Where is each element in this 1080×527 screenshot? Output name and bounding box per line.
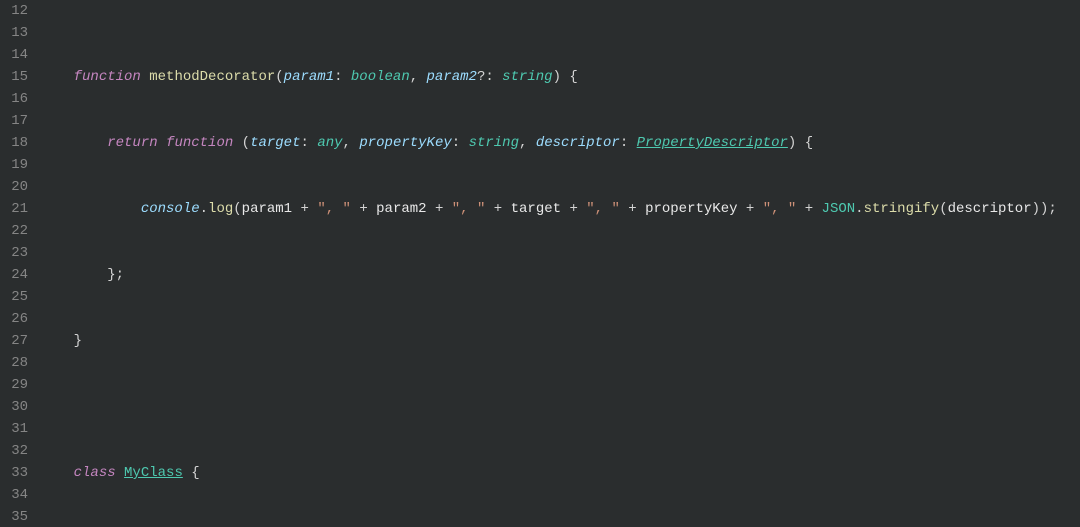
line-number: 29 (0, 374, 28, 396)
code-line[interactable]: function methodDecorator(param1: boolean… (40, 66, 1057, 88)
code-line[interactable]: class MyClass { (40, 462, 1057, 484)
line-number: 19 (0, 154, 28, 176)
line-number: 20 (0, 176, 28, 198)
gutter-line-numbers: 1213141516171819202122232425262728293031… (0, 0, 36, 527)
line-number: 31 (0, 418, 28, 440)
line-number: 32 (0, 440, 28, 462)
line-number: 28 (0, 352, 28, 374)
line-number: 34 (0, 484, 28, 506)
line-number: 14 (0, 44, 28, 66)
line-number: 26 (0, 308, 28, 330)
line-number: 33 (0, 462, 28, 484)
line-number: 17 (0, 110, 28, 132)
line-number: 22 (0, 220, 28, 242)
line-number: 18 (0, 132, 28, 154)
line-number: 24 (0, 264, 28, 286)
line-number: 16 (0, 88, 28, 110)
line-number: 30 (0, 396, 28, 418)
code-line[interactable] (40, 396, 1057, 418)
line-number: 12 (0, 0, 28, 22)
code-line[interactable]: } (40, 330, 1057, 352)
line-number: 21 (0, 198, 28, 220)
line-number: 27 (0, 330, 28, 352)
code-line[interactable]: console.log(param1 + ", " + param2 + ", … (40, 198, 1057, 220)
line-number: 35 (0, 506, 28, 527)
line-number: 13 (0, 22, 28, 44)
code-area[interactable]: function methodDecorator(param1: boolean… (36, 0, 1057, 527)
code-line[interactable]: }; (40, 264, 1057, 286)
code-editor[interactable]: 1213141516171819202122232425262728293031… (0, 0, 1080, 527)
code-line[interactable]: return function (target: any, propertyKe… (40, 132, 1057, 154)
line-number: 25 (0, 286, 28, 308)
line-number: 23 (0, 242, 28, 264)
line-number: 15 (0, 66, 28, 88)
